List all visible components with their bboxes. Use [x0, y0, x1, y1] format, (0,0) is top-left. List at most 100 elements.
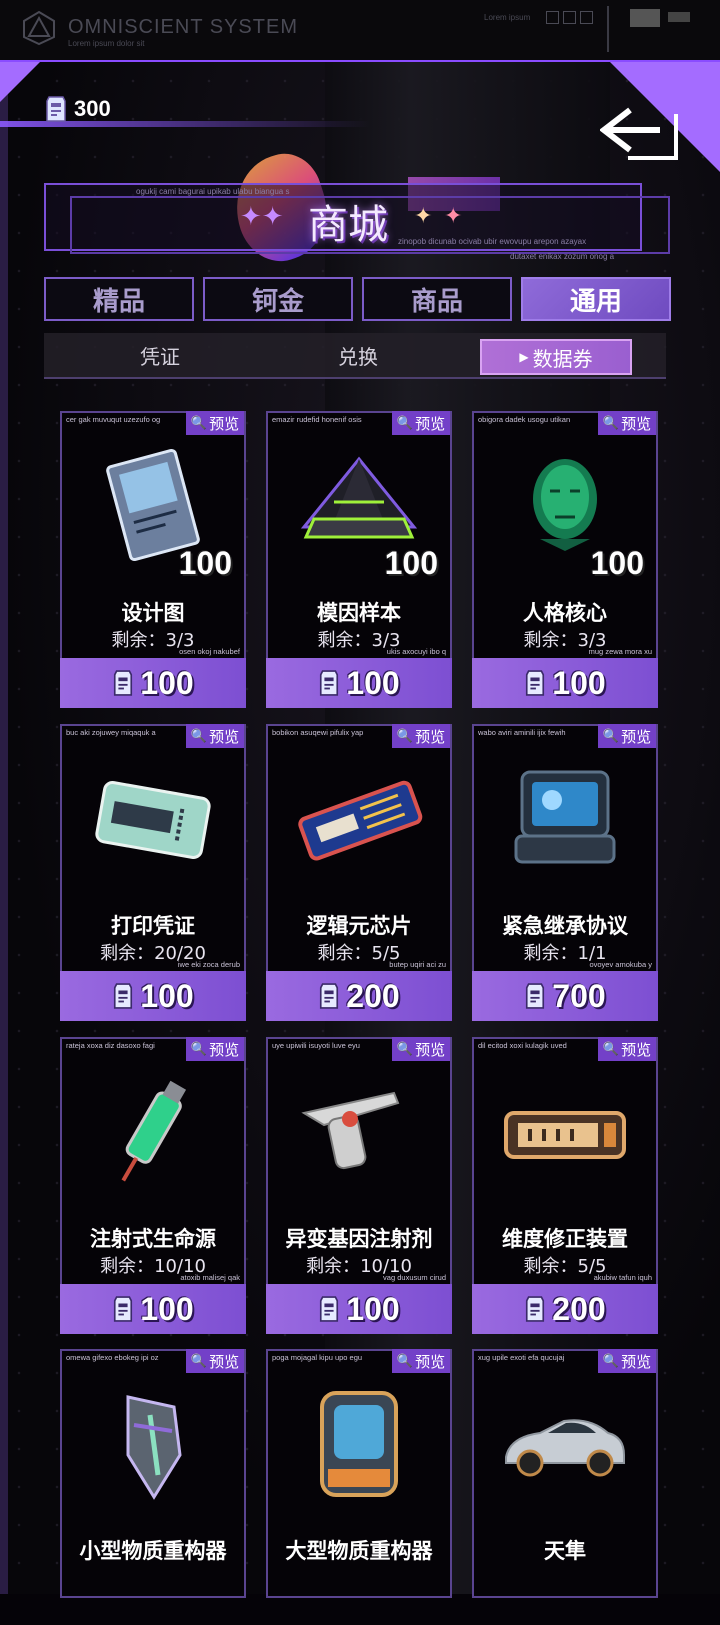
- preview-label: 预览: [415, 1040, 446, 1059]
- magnifier-icon: 🔍: [396, 1041, 414, 1057]
- shop-item-card[interactable]: omewa gifexo ebokeg ipi oz 🔍 预览 小型物质重构器: [60, 1349, 246, 1625]
- item-name: 天隼: [544, 1539, 586, 1563]
- card-code-text: uye upiwili isuyoti luve eyu: [272, 1041, 360, 1050]
- item-price: 100: [346, 664, 400, 701]
- system-block: [630, 9, 660, 27]
- preview-label: 预览: [621, 414, 652, 433]
- preview-label: 预览: [621, 1040, 652, 1059]
- tab-general[interactable]: 通用: [521, 277, 671, 321]
- remain-prefix: 剩余：: [100, 943, 155, 964]
- item-price: 700: [552, 977, 606, 1014]
- item-quantity: 100: [384, 545, 438, 581]
- page-title: 商城: [308, 202, 388, 248]
- magnifier-icon: 🔍: [190, 728, 208, 744]
- preview-button[interactable]: 🔍 预览: [598, 411, 656, 435]
- buy-button[interactable]: 100: [472, 658, 658, 708]
- preview-label: 预览: [209, 727, 240, 746]
- remain-prefix: 剩余：: [523, 943, 578, 964]
- magnifier-icon: 🔍: [190, 415, 208, 431]
- buy-button[interactable]: 100: [60, 658, 246, 708]
- shop-item-card[interactable]: uye upiwili isuyoti luve eyu 🔍 预览 异变基因注射剂 剩余…: [266, 1037, 452, 1334]
- card-code-text: cer gak muvuqut uzezufo og: [66, 415, 161, 424]
- preview-label: 预览: [621, 727, 652, 746]
- shop-item-card[interactable]: dil ecitod xoxi kulagik uved 🔍 预览维度修正装置剩余：…: [472, 1037, 658, 1334]
- subtab-voucher[interactable]: 凭证: [96, 339, 224, 371]
- subtab-bar: 凭证 兑换 ▶ 数据券: [44, 333, 666, 379]
- system-corner-text: Lorem ipsum: [484, 13, 531, 22]
- divider: [607, 6, 609, 52]
- data-ticket-icon: [114, 670, 133, 696]
- preview-button[interactable]: 🔍 预览: [392, 1349, 450, 1373]
- preview-button[interactable]: 🔍 预览: [598, 1349, 656, 1373]
- remain-prefix: 剩余：: [111, 630, 166, 651]
- shop-item-card[interactable]: poga mojagal kipu upo egu 🔍 预览 大型物质重构器: [266, 1349, 452, 1625]
- card-code-text: obigora dadek usogu utikan: [478, 415, 571, 424]
- card-code-text: atoxib malisej qak: [180, 1273, 240, 1282]
- remain-prefix: 剩余：: [523, 630, 578, 651]
- remain-prefix: 剩余：: [317, 630, 372, 651]
- back-arrow-icon[interactable]: [600, 100, 680, 162]
- buy-button[interactable]: 100: [266, 658, 452, 708]
- sparkle-icon: ✦: [414, 204, 433, 229]
- buy-button[interactable]: 100: [266, 1284, 452, 1334]
- card-code-text: akubiw tafun iquh: [593, 1273, 652, 1282]
- preview-button[interactable]: 🔍 预览: [186, 724, 244, 748]
- buy-button[interactable]: 200: [266, 971, 452, 1021]
- card-code-text: bobikon asuqewi pifulix yap: [272, 728, 364, 737]
- card-code-text: ovoyev amokuba y: [589, 960, 652, 969]
- subtab-data-coupon[interactable]: ▶ 数据券: [480, 339, 632, 375]
- sparkle-icon: ✦: [444, 204, 463, 229]
- buy-button[interactable]: 100: [60, 1284, 246, 1334]
- magnifier-icon: 🔍: [190, 1041, 208, 1057]
- data-ticket-icon: [114, 983, 133, 1009]
- remain-prefix: 剩余：: [306, 1256, 361, 1277]
- card-code-text: dil ecitod xoxi kulagik uved: [478, 1041, 567, 1050]
- item-price: 100: [552, 664, 606, 701]
- magnifier-icon: 🔍: [396, 415, 414, 431]
- tab-goods[interactable]: 商品: [362, 277, 512, 321]
- card-code-text: xug upile exoti efa qucujaj: [478, 1353, 565, 1362]
- preview-button[interactable]: 🔍 预览: [392, 724, 450, 748]
- preview-button[interactable]: 🔍 预览: [186, 411, 244, 435]
- data-ticket-icon: [320, 983, 339, 1009]
- card-code-text: osen okoj nakubef: [179, 647, 240, 656]
- preview-label: 预览: [209, 1040, 240, 1059]
- shop-item-card[interactable]: bobikon asuqewi pifulix yap 🔍 预览 逻辑元芯片 剩余：5/…: [266, 724, 452, 1021]
- tab-gold[interactable]: 钶金: [203, 277, 353, 321]
- item-price: 100: [140, 1290, 194, 1327]
- large-reconstructor-icon: [320, 1391, 398, 1497]
- shop-item-card[interactable]: emazir rudefid honenif osis 🔍 预览 100 模因样本 剩余：…: [266, 411, 452, 708]
- card-code-text: poga mojagal kipu upo egu: [272, 1353, 363, 1362]
- subtab-exchange[interactable]: 兑换: [294, 339, 422, 371]
- buy-button[interactable]: 700: [472, 971, 658, 1021]
- buy-button[interactable]: 100: [60, 971, 246, 1021]
- card-code-text: wabo aviri aminili ijix fewih: [478, 728, 566, 737]
- magnifier-icon: 🔍: [602, 1353, 620, 1369]
- small-reconstructor-icon: [126, 1395, 182, 1500]
- item-price: 100: [346, 1290, 400, 1327]
- buy-button[interactable]: 200: [472, 1284, 658, 1334]
- preview-button[interactable]: 🔍 预览: [392, 411, 450, 435]
- shop-item-card[interactable]: xug upile exoti efa qucujaj 🔍 预览天隼: [472, 1349, 658, 1625]
- tab-premium[interactable]: 精品: [44, 277, 194, 321]
- shop-item-card[interactable]: cer gak muvuqut uzezufo og 🔍 预览 100 设计图 剩余：3/…: [60, 411, 246, 708]
- shop-item-card[interactable]: buc aki zojuwey miqaquk a 🔍 预览 打印凭证 剩余：20/20…: [60, 724, 246, 1021]
- item-name: 维度修正装置: [502, 1227, 628, 1251]
- title-deco-text: ogukij cami bagurai upikab ulabu biangua…: [136, 187, 290, 196]
- preview-button[interactable]: 🔍 预览: [186, 1349, 244, 1373]
- preview-button[interactable]: 🔍 预览: [392, 1037, 450, 1061]
- remain-prefix: 剩余：: [523, 1256, 578, 1277]
- item-quantity: 100: [178, 545, 232, 581]
- shop-item-card[interactable]: wabo aviri aminili ijix fewih 🔍 预览 紧急继承协议 剩余…: [472, 724, 658, 1021]
- counter-device-icon: [504, 1111, 626, 1159]
- remain-prefix: 剩余：: [317, 943, 372, 964]
- preview-button[interactable]: 🔍 预览: [186, 1037, 244, 1061]
- chip-card-icon: [298, 780, 423, 861]
- card-code-text: rateja xoxa diz dasoxo fagi: [66, 1041, 155, 1050]
- preview-button[interactable]: 🔍 预览: [598, 1037, 656, 1061]
- shop-item-card[interactable]: rateja xoxa diz dasoxo fagi 🔍 预览 注射式生命源 剩余： 1…: [60, 1037, 246, 1334]
- preview-button[interactable]: 🔍 预览: [598, 724, 656, 748]
- card-code-text: butep uqiri aci zu: [389, 960, 446, 969]
- magnifier-icon: 🔍: [396, 1353, 414, 1369]
- shop-item-card[interactable]: obigora dadek usogu utikan 🔍 预览 100 人格核心 剩余：3…: [472, 411, 658, 708]
